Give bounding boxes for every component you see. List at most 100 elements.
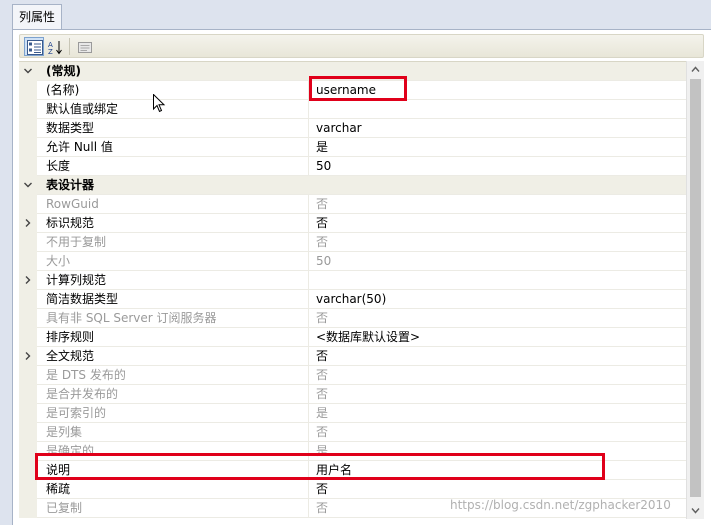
property-row[interactable]: 是可索引的是 bbox=[19, 404, 686, 423]
property-row[interactable]: 默认值或绑定 bbox=[19, 100, 686, 119]
property-value: 是 bbox=[316, 444, 329, 458]
property-value[interactable] bbox=[316, 271, 684, 289]
property-row[interactable]: RowGuid 否 bbox=[19, 195, 686, 214]
property-name: 是确定的 bbox=[46, 442, 309, 460]
row-gutter bbox=[19, 119, 37, 138]
categorized-button[interactable] bbox=[24, 37, 44, 56]
property-value[interactable]: <数据库默认设置> bbox=[316, 328, 684, 346]
property-value[interactable]: 50 bbox=[316, 157, 684, 175]
row-gutter bbox=[19, 81, 37, 100]
property-row[interactable]: 是 DTS 发布的否 bbox=[19, 366, 686, 385]
property-name: 是可索引的 bbox=[46, 404, 309, 422]
property-row[interactable]: 全文规范否 bbox=[19, 347, 686, 366]
property-row[interactable]: 稀疏否 bbox=[19, 480, 686, 499]
collapse-chevron-icon[interactable] bbox=[23, 180, 33, 190]
property-name: 是 DTS 发布的 bbox=[46, 366, 309, 384]
vertical-scrollbar[interactable] bbox=[686, 61, 704, 519]
property-value[interactable]: 否 bbox=[316, 347, 684, 365]
property-row[interactable]: 数据类型 varchar bbox=[19, 119, 686, 138]
property-value[interactable]: varchar(50) bbox=[316, 290, 684, 308]
property-name: RowGuid bbox=[46, 195, 309, 213]
property-pages-icon bbox=[78, 42, 92, 53]
property-row[interactable]: 长度 50 bbox=[19, 157, 686, 176]
property-value: 否 bbox=[316, 387, 329, 401]
property-name: 允许 Null 值 bbox=[46, 138, 309, 156]
watermark: https://blog.csdn.net/zgphacker2010 bbox=[450, 498, 671, 512]
property-name: 全文规范 bbox=[46, 347, 309, 365]
property-name: 大小 bbox=[46, 252, 309, 270]
property-name: 排序规则 bbox=[46, 328, 309, 346]
property-row[interactable]: 计算列规范 bbox=[19, 271, 686, 290]
property-row[interactable]: 允许 Null 值是 bbox=[19, 138, 686, 157]
row-gutter bbox=[19, 442, 37, 461]
property-value[interactable]: varchar bbox=[316, 119, 684, 137]
expand-chevron-icon[interactable] bbox=[23, 351, 33, 361]
property-value[interactable]: 否 bbox=[316, 480, 684, 498]
chevron-up-icon bbox=[691, 66, 700, 72]
category-label: 表设计器 bbox=[46, 178, 95, 192]
alphabetical-sort-icon: A Z bbox=[48, 41, 62, 55]
property-value[interactable]: 用户名 bbox=[316, 461, 684, 479]
property-name: 长度 bbox=[46, 157, 309, 175]
row-gutter bbox=[19, 157, 37, 176]
property-row[interactable]: 是列集否 bbox=[19, 423, 686, 442]
categorized-icon bbox=[27, 40, 43, 55]
toolbar-separator bbox=[69, 38, 70, 55]
property-name: 标识规范 bbox=[46, 214, 309, 232]
row-gutter bbox=[19, 252, 37, 271]
property-name: 数据类型 bbox=[46, 119, 309, 137]
property-name: 默认值或绑定 bbox=[46, 100, 309, 118]
alphabetical-button[interactable]: A Z bbox=[45, 37, 65, 56]
expand-chevron-icon[interactable] bbox=[23, 218, 33, 228]
tab-column-properties[interactable]: 列属性 bbox=[12, 4, 62, 30]
scroll-down-button[interactable] bbox=[687, 502, 704, 519]
property-row[interactable]: 排序规则 <数据库默认设置> bbox=[19, 328, 686, 347]
property-row[interactable]: 不用于复制否 bbox=[19, 233, 686, 252]
property-grid: (常规) (名称) username 默认值或绑定 数据类型 varchar 允许 Null… bbox=[19, 61, 686, 519]
property-row[interactable]: 是确定的是 bbox=[19, 442, 686, 461]
property-value[interactable]: username bbox=[316, 81, 684, 99]
property-name: (名称) bbox=[46, 81, 309, 99]
property-name: 稀疏 bbox=[46, 480, 309, 498]
scroll-up-button[interactable] bbox=[687, 61, 704, 78]
property-pages-button[interactable] bbox=[74, 37, 94, 56]
property-name: 已复制 bbox=[46, 499, 309, 517]
property-row[interactable]: 大小 50 bbox=[19, 252, 686, 271]
row-gutter bbox=[19, 195, 37, 214]
row-gutter bbox=[19, 404, 37, 423]
property-value: 否 bbox=[316, 368, 329, 382]
property-row[interactable]: 具有非 SQL Server 订阅服务器否 bbox=[19, 309, 686, 328]
expand-chevron-icon[interactable] bbox=[23, 275, 33, 285]
row-gutter bbox=[19, 309, 37, 328]
property-toolbar: A Z bbox=[19, 34, 704, 58]
property-row[interactable]: (名称) username bbox=[19, 81, 686, 100]
left-frame bbox=[0, 30, 12, 525]
row-gutter bbox=[19, 366, 37, 385]
row-gutter bbox=[19, 499, 37, 518]
mouse-cursor-icon bbox=[153, 93, 166, 117]
property-row[interactable]: 是合并发布的否 bbox=[19, 385, 686, 404]
collapse-chevron-icon[interactable] bbox=[23, 66, 33, 76]
category-row[interactable]: (常规) bbox=[19, 62, 686, 81]
property-name: 不用于复制 bbox=[46, 233, 309, 251]
property-row[interactable]: 标识规范否 bbox=[19, 214, 686, 233]
property-value[interactable] bbox=[316, 100, 684, 118]
svg-text:Z: Z bbox=[48, 48, 53, 55]
property-name: 说明 bbox=[46, 461, 309, 479]
property-value[interactable]: 否 bbox=[316, 214, 684, 232]
property-row[interactable]: 说明 用户名 bbox=[19, 461, 686, 480]
row-gutter bbox=[19, 423, 37, 442]
property-name: 具有非 SQL Server 订阅服务器 bbox=[46, 309, 309, 327]
chevron-down-icon bbox=[691, 508, 700, 514]
property-value: 否 bbox=[316, 235, 329, 249]
property-value: 否 bbox=[316, 311, 329, 325]
property-name: 计算列规范 bbox=[46, 271, 309, 289]
property-value[interactable]: 是 bbox=[316, 138, 684, 156]
row-gutter bbox=[19, 290, 37, 309]
row-gutter bbox=[19, 328, 37, 347]
scroll-thumb[interactable] bbox=[690, 79, 701, 497]
property-row[interactable]: 简洁数据类型 varchar(50) bbox=[19, 290, 686, 309]
property-name: 简洁数据类型 bbox=[46, 290, 309, 308]
tab-strip: 列属性 bbox=[0, 0, 711, 30]
category-row[interactable]: 表设计器 bbox=[19, 176, 686, 195]
